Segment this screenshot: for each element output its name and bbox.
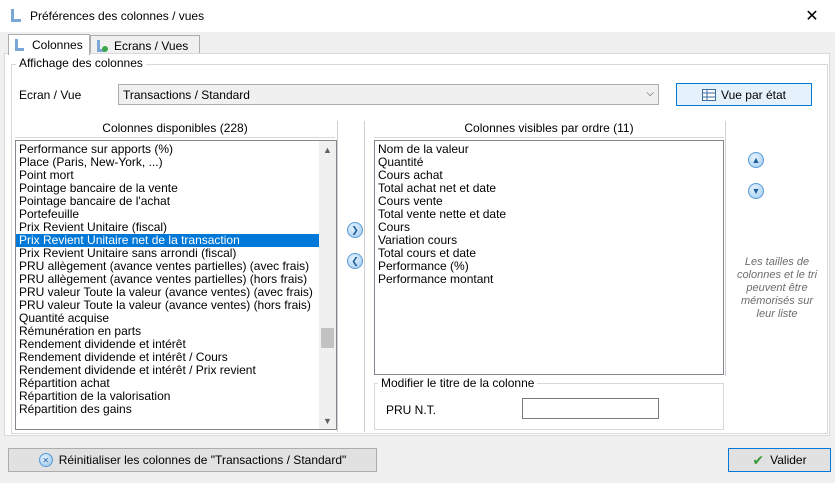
available-list-item[interactable]: Pointage bancaire de la vente <box>16 182 319 195</box>
available-list-item[interactable]: Rendement dividende et intérêt / Prix re… <box>16 364 319 377</box>
remove-column-button[interactable]: ❮ <box>347 253 363 269</box>
visible-list-item[interactable]: Total vente nette et date <box>375 208 723 221</box>
app-icon <box>11 9 21 22</box>
move-up-button[interactable]: ▲ <box>748 152 764 168</box>
divider <box>725 121 726 376</box>
visible-columns-list[interactable]: Nom de la valeur Quantité Cours achat Total… <box>374 140 724 375</box>
available-list-item[interactable]: Place (Paris, New-York, ...) <box>16 156 319 169</box>
available-list-item[interactable]: Point mort <box>16 169 319 182</box>
available-list-item[interactable]: Prix Revient Unitaire (fiscal) <box>16 221 319 234</box>
tab-label: Colonnes <box>32 38 83 52</box>
reset-label: Réinitialiser les colonnes de "Transacti… <box>58 453 347 467</box>
columns-icon <box>15 39 24 51</box>
divider <box>364 121 365 432</box>
visible-list-item[interactable]: Cours <box>375 221 723 234</box>
column-title-input[interactable] <box>522 398 659 419</box>
ecran-vue-label: Ecran / Vue <box>19 88 82 102</box>
visible-list-item[interactable]: Quantité <box>375 156 723 169</box>
chevron-down-icon: ▼ <box>751 186 761 196</box>
scroll-down-icon[interactable]: ▼ <box>319 412 336 429</box>
tab-label: Ecrans / Vues <box>114 38 189 53</box>
ecran-vue-select[interactable]: Transactions / Standard ⌵ <box>118 84 659 105</box>
available-list-item[interactable]: Rendement dividende et intérêt / Cours <box>16 351 319 364</box>
available-scrollbar[interactable]: ▲ ▼ <box>319 141 336 429</box>
available-list-item[interactable]: Quantité acquise <box>16 312 319 325</box>
reset-icon: ✕ <box>38 453 53 467</box>
available-list-item[interactable]: Répartition achat <box>16 377 319 390</box>
visible-columns-header: Colonnes visibles par ordre (11) <box>374 121 724 138</box>
scroll-thumb[interactable] <box>321 327 334 348</box>
available-list-item[interactable]: Rémunération en parts <box>16 325 319 338</box>
available-list-item[interactable]: Prix Revient Unitaire net de la transact… <box>16 234 319 247</box>
column-name-label: PRU N.T. <box>386 403 437 417</box>
available-list-item[interactable]: PRU allègement (avance ventes partielles… <box>16 260 319 273</box>
grid-icon <box>702 88 717 101</box>
window-title: Préférences des colonnes / vues <box>30 9 205 23</box>
vue-par-etat-label: Vue par état <box>721 87 786 102</box>
available-list-item[interactable]: PRU valeur Toute la valeur (avance vente… <box>16 299 319 312</box>
available-list-item[interactable]: PRU valeur Toute la valeur (avance vente… <box>16 286 319 299</box>
available-list-item[interactable]: PRU allègement (avance ventes partielles… <box>16 273 319 286</box>
check-icon: ✔ <box>752 451 765 468</box>
available-list-item[interactable]: Pointage bancaire de l'achat <box>16 195 319 208</box>
available-list-item[interactable]: Portefeuille <box>16 208 319 221</box>
reset-columns-button[interactable]: ✕ Réinitialiser les colonnes de "Transac… <box>8 448 377 472</box>
visible-list-item[interactable]: Total cours et date <box>375 247 723 260</box>
visible-list-item[interactable]: Cours vente <box>375 195 723 208</box>
available-list-item[interactable]: Répartition des gains <box>16 403 319 416</box>
available-list-item[interactable]: Répartition de la valorisation <box>16 390 319 403</box>
chevron-left-icon: ❮ <box>351 255 359 266</box>
scroll-up-icon[interactable]: ▲ <box>319 141 336 158</box>
add-column-button[interactable]: ❯ <box>347 222 363 238</box>
affichage-legend: Affichage des colonnes <box>16 56 146 70</box>
validate-label: Valider <box>770 453 807 467</box>
available-columns-list[interactable]: Performance sur apports (%) Place (Paris,… <box>15 140 337 430</box>
available-list-item[interactable]: Rendement dividende et intérêt <box>16 338 319 351</box>
hint-text: Les tailles de colonnes et le tri peuven… <box>736 256 818 320</box>
screens-icon <box>97 39 108 52</box>
title-bar: Préférences des colonnes / vues ✕ <box>0 0 835 32</box>
ecran-vue-value: Transactions / Standard <box>123 87 250 102</box>
visible-list-item[interactable]: Performance (%) <box>375 260 723 273</box>
move-down-button[interactable]: ▼ <box>748 183 764 199</box>
validate-button[interactable]: ✔ Valider <box>728 448 831 472</box>
modify-title-legend: Modifier le titre de la colonne <box>378 376 538 390</box>
close-button[interactable]: ✕ <box>789 0 835 32</box>
divider <box>337 121 338 432</box>
close-icon: ✕ <box>805 8 819 25</box>
tab-ecrans-vues[interactable]: Ecrans / Vues <box>90 35 200 55</box>
visible-list-item[interactable]: Nom de la valeur <box>375 143 723 156</box>
available-columns-header: Colonnes disponibles (228) <box>15 121 335 138</box>
visible-list-item[interactable]: Performance montant <box>375 273 723 286</box>
chevron-right-icon: ❯ <box>351 224 359 235</box>
visible-list-item[interactable]: Cours achat <box>375 169 723 182</box>
visible-list-item[interactable]: Total achat net et date <box>375 182 723 195</box>
chevron-up-icon: ▲ <box>751 155 761 165</box>
available-list-item[interactable]: Performance sur apports (%) <box>16 143 319 156</box>
vue-par-etat-button[interactable]: Vue par état <box>676 83 812 106</box>
chevron-down-icon: ⌵ <box>646 88 654 99</box>
tab-colonnes[interactable]: Colonnes <box>8 34 90 55</box>
visible-list-item[interactable]: Variation cours <box>375 234 723 247</box>
available-list-item[interactable]: Prix Revient Unitaire sans arrondi (fisc… <box>16 247 319 260</box>
